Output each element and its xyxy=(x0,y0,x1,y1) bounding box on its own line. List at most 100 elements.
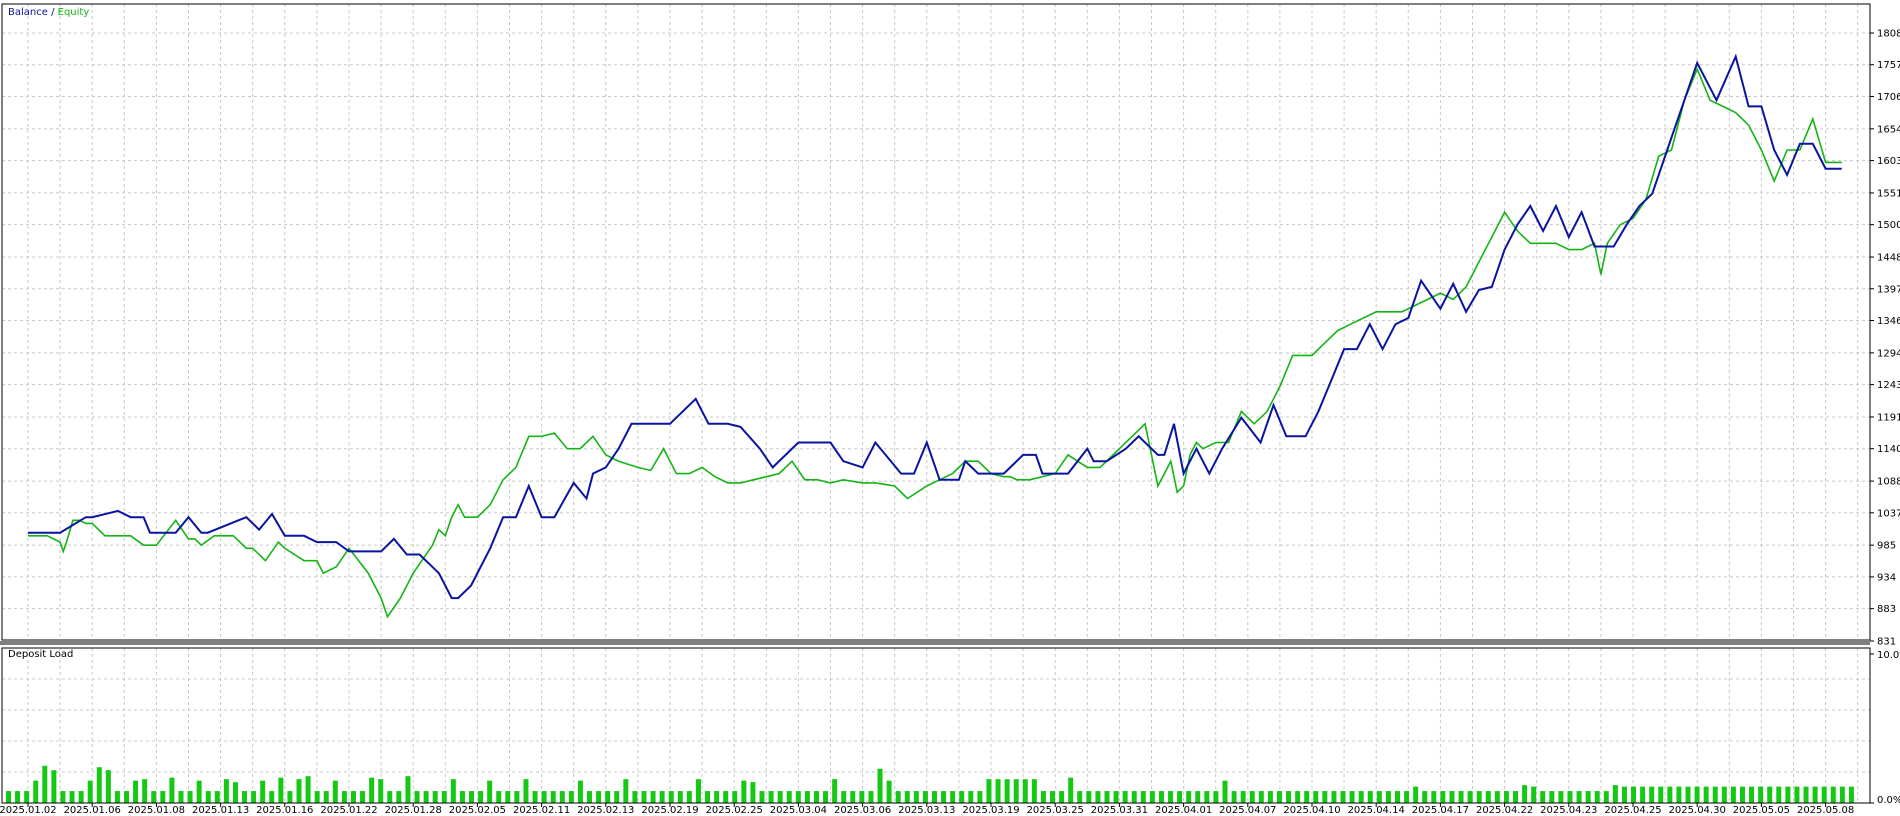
deposit-load-bar xyxy=(641,791,647,803)
deposit-load-bar xyxy=(986,779,992,803)
deposit-load-bar xyxy=(314,791,320,803)
x-tick-label: 2025.04.10 xyxy=(1283,805,1340,816)
y-tick-label: 1551 xyxy=(1877,188,1900,199)
deposit-load-bar xyxy=(895,791,901,803)
deposit-load-bar xyxy=(532,791,538,803)
deposit-load-bar xyxy=(1331,791,1337,803)
deposit-load-bar xyxy=(133,780,139,803)
deposit-load-bar xyxy=(968,791,974,803)
deposit-load-bar xyxy=(1304,791,1310,803)
deposit-load-bar xyxy=(1522,785,1528,803)
deposit-load-bar xyxy=(1413,786,1419,803)
deposit-load-bar xyxy=(114,791,120,803)
x-tick-label: 2025.05.05 xyxy=(1733,805,1790,816)
deposit-load-bar xyxy=(1349,791,1355,803)
deposit-load-bar xyxy=(1131,791,1137,803)
deposit-load-bar xyxy=(1467,791,1473,803)
deposit-load-bar xyxy=(1503,791,1509,803)
deposit-load-bar xyxy=(541,791,547,803)
deposit-load-bar xyxy=(1077,791,1083,803)
deposit-load-bar xyxy=(950,791,956,803)
x-tick-label: 2025.04.14 xyxy=(1348,805,1405,816)
deposit-load-bar xyxy=(1222,780,1228,803)
deposit-load-bar xyxy=(1621,786,1627,803)
x-tick-label: 2025.02.05 xyxy=(449,805,506,816)
y-tick-label: 883 xyxy=(1877,604,1896,615)
deposit-load-bar xyxy=(1004,779,1010,803)
deposit-load-bar xyxy=(1340,791,1346,803)
deposit-load-bar xyxy=(922,791,928,803)
legend-balance: Balance xyxy=(8,7,48,18)
deposit-load-bar xyxy=(1449,791,1455,803)
deposit-load-bar xyxy=(904,791,910,803)
deposit-load-bar xyxy=(1213,791,1219,803)
balance-equity-chart: 831 883 934 985 1037 1088 1140 1191 1243 1294 1346… xyxy=(0,0,1900,816)
x-tick-label: 2025.01.13 xyxy=(192,805,249,816)
y-tick-label: 1088 xyxy=(1877,477,1900,488)
x-tick-label: 2025.01.16 xyxy=(256,805,313,816)
deposit-load-bar xyxy=(1612,785,1618,803)
deposit-load-bar xyxy=(1631,786,1637,803)
deposit-load-bar xyxy=(1122,791,1128,803)
x-tick-label: 2025.03.06 xyxy=(834,805,891,816)
deposit-load-bar xyxy=(750,782,756,803)
deposit-load-bar xyxy=(1739,786,1745,803)
y-tick-label: 1140 xyxy=(1877,444,1900,455)
deposit-load-bar xyxy=(232,782,238,803)
deposit-load-bar xyxy=(178,791,184,803)
deposit-load-bar xyxy=(650,791,656,803)
deposit-load-bar xyxy=(823,791,829,803)
x-tick-label: 2025.01.02 xyxy=(0,805,57,816)
x-tick-label: 2025.04.22 xyxy=(1476,805,1533,816)
deposit-load-bar xyxy=(142,779,148,803)
legend-equity: Equity xyxy=(58,7,90,18)
deposit-load-bar xyxy=(296,779,302,803)
deposit-load-bar xyxy=(550,791,556,803)
deposit-load-bar xyxy=(1186,791,1192,803)
deposit-load-bar xyxy=(33,780,39,803)
deposit-load-bar xyxy=(1476,791,1482,803)
deposit-load-bar xyxy=(1549,791,1555,803)
deposit-load-bar xyxy=(668,791,674,803)
deposit-load-bar xyxy=(859,791,865,803)
deposit-load-min-label: 0.0% xyxy=(1877,795,1900,806)
y-tick-label: 1294 xyxy=(1877,348,1900,359)
deposit-load-bar xyxy=(1839,786,1845,803)
deposit-load-bar xyxy=(1104,791,1110,803)
deposit-load-bar xyxy=(332,780,338,803)
deposit-load-bar xyxy=(1812,786,1818,803)
x-tick-label: 2025.01.08 xyxy=(128,805,185,816)
deposit-load-bar xyxy=(832,779,838,803)
deposit-load-bar xyxy=(1177,791,1183,803)
deposit-load-max-label: 10.0% xyxy=(1877,650,1900,661)
deposit-load-bar xyxy=(505,791,511,803)
deposit-load-bar xyxy=(287,791,293,803)
x-tick-label: 2025.03.13 xyxy=(898,805,955,816)
deposit-load-bar xyxy=(995,779,1001,803)
x-tick-label: 2025.01.28 xyxy=(385,805,442,816)
y-tick-label: 1346 xyxy=(1877,316,1900,327)
deposit-load-bar xyxy=(813,791,819,803)
deposit-load-bar xyxy=(1322,791,1328,803)
deposit-load-bar xyxy=(623,779,629,803)
deposit-load-bar xyxy=(1576,791,1582,803)
deposit-load-bar xyxy=(1794,786,1800,803)
deposit-load-bar xyxy=(1540,791,1546,803)
deposit-load-bar xyxy=(1603,791,1609,803)
deposit-load-bar xyxy=(1395,791,1400,803)
deposit-load-bar xyxy=(360,791,366,803)
deposit-load-bar xyxy=(568,791,574,803)
deposit-load-bar xyxy=(886,780,892,803)
deposit-load-bar xyxy=(1585,791,1591,803)
deposit-load-bar xyxy=(587,791,593,803)
deposit-load-bar xyxy=(124,791,130,803)
deposit-load-bar xyxy=(1158,791,1164,803)
deposit-load-bar xyxy=(714,791,720,803)
deposit-load-bar xyxy=(1531,786,1537,803)
deposit-load-bar xyxy=(423,791,429,803)
deposit-load-bar xyxy=(1376,791,1382,803)
deposit-load-bar xyxy=(496,791,502,803)
deposit-load-bar xyxy=(1685,786,1691,803)
deposit-load-bar xyxy=(1068,777,1074,803)
deposit-load-bar xyxy=(387,791,393,803)
